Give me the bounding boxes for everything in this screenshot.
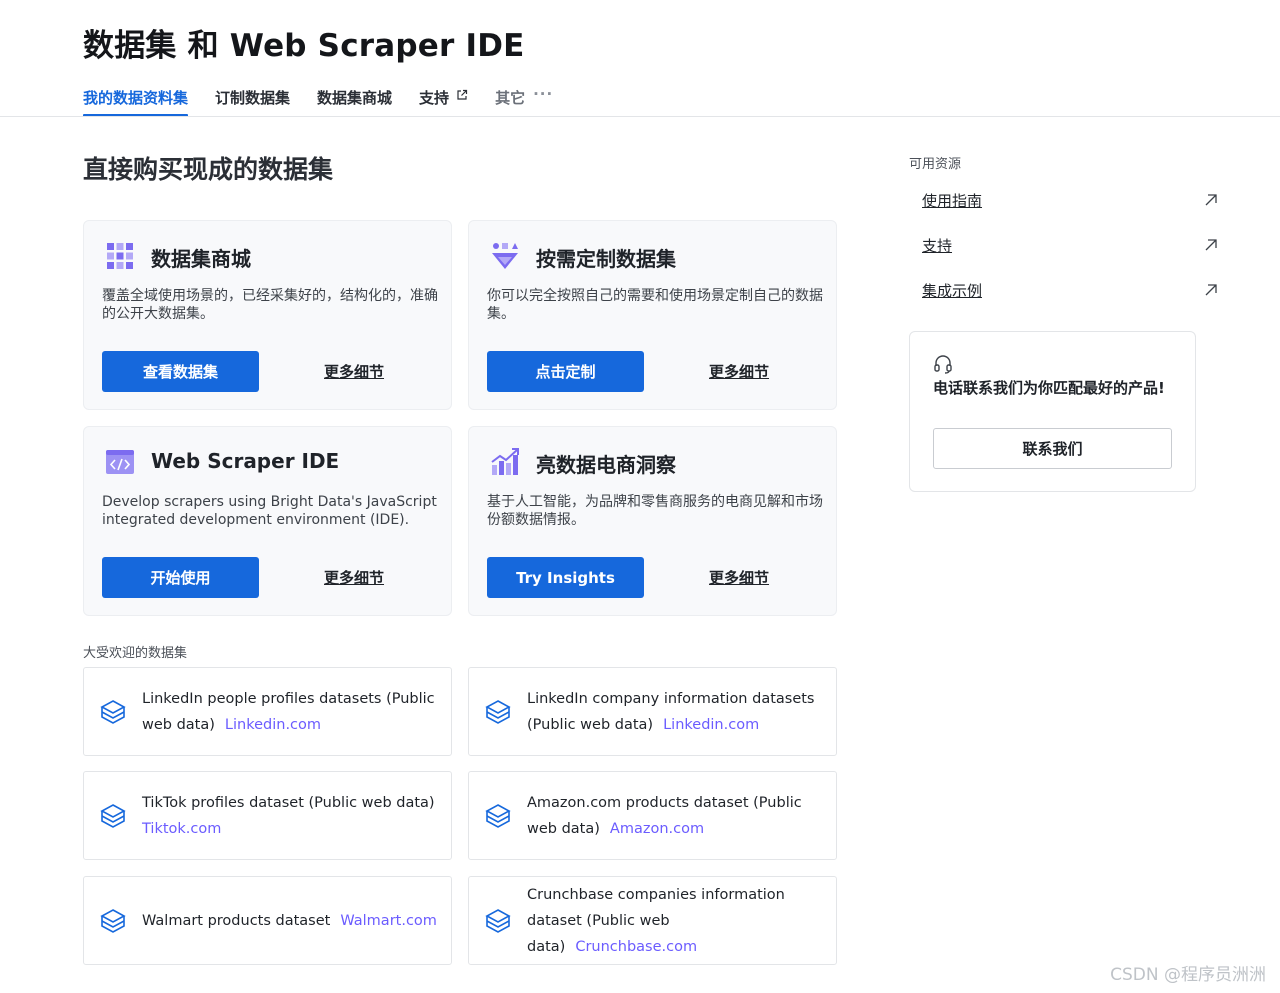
resource-support[interactable]: 支持 (922, 233, 1218, 257)
page-title: 数据集 和 Web Scraper IDE (83, 28, 525, 64)
arrow-up-right-icon (1205, 239, 1217, 251)
dataset-card[interactable]: Crunchbase companies information dataset… (468, 876, 837, 965)
tab-bar: 我的数据资料集 订制数据集 数据集商城 支持 其它 ··· (83, 83, 580, 117)
contact-box: 电话联系我们为你匹配最好的产品! 联系我们 (909, 331, 1196, 492)
code-window-icon (106, 450, 134, 474)
try-insights-button[interactable]: Try Insights (487, 557, 644, 598)
tab-custom-datasets[interactable]: 订制数据集 (215, 83, 290, 117)
card-dataset-marketplace: 数据集商城 覆盖全域使用场景的，已经采集好的，结构化的，准确的公开大数据集。 查… (83, 220, 452, 410)
watermark: CSDN @程序员洲洲 (1110, 965, 1266, 985)
more-details-link[interactable]: 更多细节 (324, 567, 384, 588)
dataset-domain-link[interactable]: Linkedin.com (225, 717, 321, 733)
dataset-stack-icon (485, 909, 511, 933)
tab-support[interactable]: 支持 (419, 83, 468, 117)
external-link-icon (457, 89, 468, 100)
funnel-icon (492, 243, 518, 269)
card-description: 你可以完全按照自己的需要和使用场景定制自己的数据集。 (487, 288, 823, 322)
tab-more[interactable]: 其它 ··· (495, 83, 553, 117)
dataset-stack-icon (485, 700, 511, 724)
tab-my-datasets[interactable]: 我的数据资料集 (83, 83, 189, 117)
dataset-name: Walmart products dataset (142, 912, 331, 929)
customize-button[interactable]: 点击定制 (487, 351, 644, 392)
tab-label: 我的数据资料集 (83, 89, 189, 107)
dataset-stack-icon (100, 804, 126, 828)
view-datasets-button[interactable]: 查看数据集 (102, 351, 259, 392)
contact-text: 电话联系我们为你匹配最好的产品! (933, 379, 1165, 397)
dataset-card[interactable]: TikTok profiles dataset (Public web data… (83, 771, 452, 860)
headset-icon (934, 355, 952, 374)
arrow-up-right-icon (1205, 194, 1217, 206)
arrow-up-right-icon (1205, 284, 1217, 296)
card-title: 亮数据电商洞察 (536, 453, 676, 477)
dataset-card[interactable]: LinkedIn company information datasets (P… (468, 667, 837, 756)
tab-label: 支持 (419, 89, 450, 107)
dataset-domain-link[interactable]: Linkedin.com (663, 717, 759, 733)
grid-icon (107, 243, 133, 269)
available-resources-label: 可用资源 (909, 157, 962, 172)
card-custom-datasets: 按需定制数据集 你可以完全按照自己的需要和使用场景定制自己的数据集。 点击定制 … (468, 220, 837, 410)
dataset-stack-icon (100, 700, 126, 724)
more-details-link[interactable]: 更多细节 (324, 361, 384, 382)
tab-dataset-marketplace[interactable]: 数据集商城 (317, 83, 392, 117)
dataset-card[interactable]: Amazon.com products dataset (Public web … (468, 771, 837, 860)
resource-label: 支持 (922, 236, 953, 255)
dataset-stack-icon (485, 804, 511, 828)
resource-integration-examples[interactable]: 集成示例 (922, 278, 1218, 302)
resource-label: 使用指南 (922, 191, 983, 210)
resource-usage-guide[interactable]: 使用指南 (922, 188, 1218, 212)
dataset-domain-link[interactable]: Tiktok.com (142, 821, 221, 837)
chart-growth-icon (491, 448, 519, 475)
get-started-button[interactable]: 开始使用 (102, 557, 259, 598)
popular-datasets-label: 大受欢迎的数据集 (83, 646, 188, 661)
card-description: 覆盖全域使用场景的，已经采集好的，结构化的，准确的公开大数据集。 (102, 288, 438, 322)
card-title: 按需定制数据集 (536, 247, 676, 271)
card-title: Web Scraper IDE (151, 449, 340, 473)
card-web-scraper-ide: Web Scraper IDE Develop scrapers using B… (83, 426, 452, 616)
dataset-domain-link[interactable]: Crunchbase.com (575, 939, 697, 955)
dataset-name: TikTok profiles dataset (Public web data… (142, 794, 435, 811)
dataset-card[interactable]: LinkedIn people profiles datasets (Publi… (83, 667, 452, 756)
tab-label: 其它 (495, 89, 526, 107)
more-details-link[interactable]: 更多细节 (709, 567, 769, 588)
card-title: 数据集商城 (151, 247, 251, 271)
card-description: 基于人工智能，为品牌和零售商服务的电商见解和市场份额数据情报。 (487, 494, 823, 528)
dataset-domain-link[interactable]: Amazon.com (610, 821, 704, 837)
more-details-link[interactable]: 更多细节 (709, 361, 769, 382)
card-description: Develop scrapers using Bright Data's Jav… (102, 494, 437, 528)
dataset-domain-link[interactable]: Walmart.com (340, 913, 437, 929)
dataset-card[interactable]: Walmart products dataset Walmart.com (83, 876, 452, 965)
section-title: 直接购买现成的数据集 (83, 155, 334, 184)
resource-label: 集成示例 (922, 281, 983, 300)
tab-label: 订制数据集 (215, 89, 291, 107)
more-dots-icon: ··· (533, 85, 554, 103)
contact-us-button[interactable]: 联系我们 (933, 428, 1172, 469)
card-ecommerce-insights: 亮数据电商洞察 基于人工智能，为品牌和零售商服务的电商见解和市场份额数据情报。 … (468, 426, 837, 616)
tab-label: 数据集商城 (317, 89, 393, 107)
dataset-stack-icon (100, 909, 126, 933)
header-divider (0, 116, 1280, 117)
